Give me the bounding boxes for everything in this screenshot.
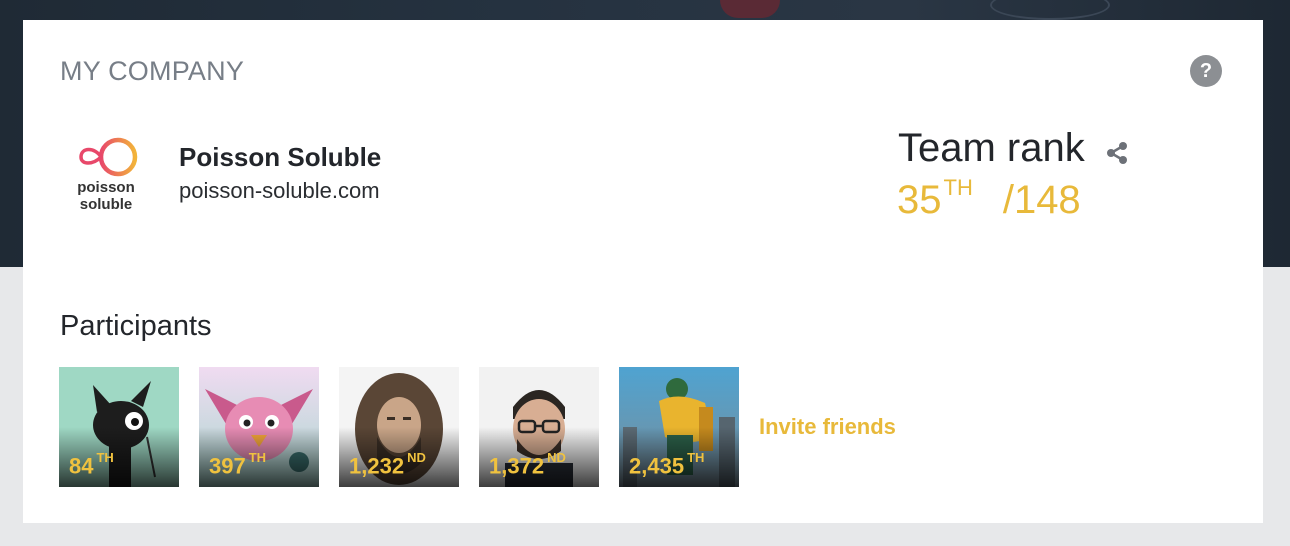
participant-avatar[interactable]: 397 TH <box>199 367 319 487</box>
participant-rank: 2,435 TH <box>629 449 705 478</box>
participant-avatar[interactable]: 1,232 ND <box>339 367 459 487</box>
participant-rank: 84 TH <box>69 449 114 478</box>
participant-rank: 397 TH <box>209 449 267 478</box>
company-name: Poisson Soluble <box>179 142 382 172</box>
company-url[interactable]: poisson-soluble.com <box>179 178 380 204</box>
question-mark-icon[interactable]: ? <box>1190 55 1222 87</box>
team-rank-label: Team rank <box>898 126 1085 170</box>
team-rank-suffix: TH <box>943 174 973 200</box>
participant-avatar[interactable]: 1,372 ND <box>479 367 599 487</box>
team-rank-value: 35TH/148 <box>897 174 1081 223</box>
participants-title: Participants <box>60 310 212 342</box>
background-decoration <box>720 0 780 18</box>
participant-rank: 1,232 ND <box>349 449 426 478</box>
participant-avatar[interactable]: 2,435 TH <box>619 367 739 487</box>
my-company-card: MY COMPANY ? poisson soluble Poisson Sol… <box>23 20 1263 523</box>
team-rank-total: /148 <box>1002 178 1081 222</box>
participant-rank: 1,372 ND <box>489 449 566 478</box>
company-logo: poisson soluble <box>67 135 147 215</box>
participant-avatar[interactable]: 84 TH <box>59 367 179 487</box>
share-icon[interactable] <box>1106 141 1128 165</box>
team-rank-number: 35 <box>897 178 942 222</box>
background-decoration <box>990 0 1110 20</box>
svg-text:poisson: poisson <box>77 179 135 196</box>
section-title: MY COMPANY <box>60 56 245 86</box>
invite-friends-link[interactable]: Invite friends <box>759 414 896 440</box>
svg-text:soluble: soluble <box>80 196 133 213</box>
participants-list: 84 TH 397 TH 1,232 ND 1,372 ND 2,435 TH … <box>59 367 896 487</box>
